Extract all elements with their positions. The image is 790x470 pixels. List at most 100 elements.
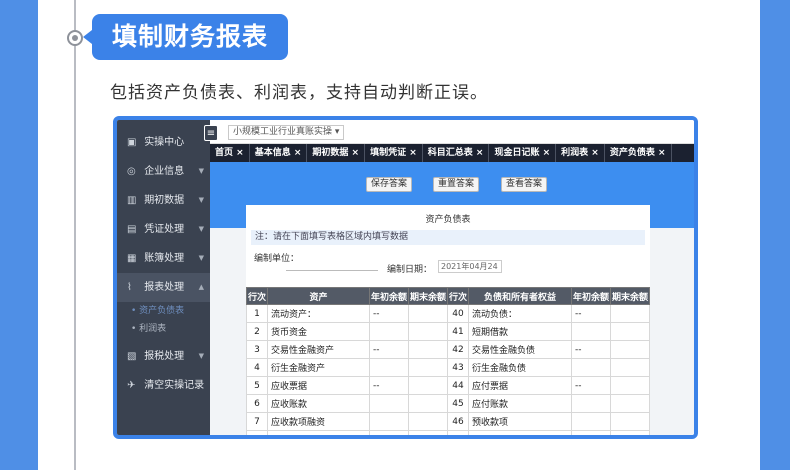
amount-cell[interactable]: [407, 376, 448, 395]
amount-cell[interactable]: --: [570, 304, 611, 323]
sidebar-item-label: 企业信息: [144, 166, 185, 177]
tax-icon: ▧: [127, 351, 137, 362]
amount-cell[interactable]: [609, 394, 650, 413]
table-cell: 40: [446, 304, 470, 323]
project-select[interactable]: 小规模工业行业真账实操 ▾: [228, 125, 345, 140]
amount-cell[interactable]: [368, 322, 409, 341]
amount-cell[interactable]: [368, 412, 409, 431]
amount-cell[interactable]: [368, 430, 409, 435]
amount-cell[interactable]: --: [368, 340, 409, 359]
sidebar-item-reports[interactable]: ⌇ 报表处理 ▲: [117, 273, 210, 302]
view-answer-button[interactable]: 查看答案: [501, 177, 548, 192]
amount-cell[interactable]: [609, 304, 650, 323]
sidebar-subitem-income-statement[interactable]: • 利润表: [117, 320, 210, 338]
table-cell: 7: [246, 412, 269, 431]
sidebar-subitem-balance-sheet[interactable]: • 资产负债表: [117, 302, 210, 320]
tab-opening-data[interactable]: 期初数据 ×: [307, 144, 366, 162]
column-header: 期末余额: [407, 287, 448, 305]
unit-input[interactable]: [286, 270, 378, 271]
amount-cell[interactable]: [407, 340, 448, 359]
table-cell: 货币资金: [267, 322, 370, 341]
sidebar-item-clear-records[interactable]: ✈ 清空实操记录: [117, 371, 210, 400]
amount-cell[interactable]: --: [368, 376, 409, 395]
amount-cell[interactable]: [407, 430, 448, 435]
amount-cell[interactable]: [407, 304, 448, 323]
table-cell: 47: [446, 430, 470, 435]
main-content: 保存答案 重置答案 查看答案 资产负债表 注：请在下面填写表格区域内填写数据 编…: [210, 162, 694, 435]
amount-cell[interactable]: [368, 358, 409, 377]
amount-cell[interactable]: [407, 412, 448, 431]
tab-account-summary[interactable]: 科目汇总表 ×: [423, 144, 490, 162]
amount-cell[interactable]: --: [570, 376, 611, 395]
tab-basic-info[interactable]: 基本信息 ×: [250, 144, 308, 162]
table-cell: 应付账款: [468, 394, 572, 413]
table-cell: 45: [446, 394, 470, 413]
menu-collapse-icon[interactable]: ≡: [204, 125, 218, 141]
amount-cell[interactable]: [570, 394, 611, 413]
table-cell: 4: [246, 358, 269, 377]
column-header: 资产: [267, 287, 370, 305]
amount-cell[interactable]: [609, 358, 650, 377]
table-row: 8预付款项 47合同负债: [246, 430, 650, 435]
table-cell: 6: [246, 394, 269, 413]
amount-cell[interactable]: [570, 358, 611, 377]
column-header: 行次: [446, 287, 470, 305]
sheet-note: 注：请在下面填写表格区域内填写数据: [251, 230, 645, 245]
amount-cell[interactable]: [368, 394, 409, 413]
tab-balance-sheet[interactable]: 资产负债表 ×: [605, 144, 672, 162]
table-cell: 应付票据: [468, 376, 572, 395]
timeline-line: [74, 0, 76, 470]
sidebar-item-opening-data[interactable]: ▥ 期初数据 ▼: [117, 186, 210, 215]
sidebar-item-company-info[interactable]: ◎ 企业信息 ▼: [117, 157, 210, 186]
sidebar-item-label: 期初数据: [144, 195, 185, 206]
table-row: 2 货币资金 41 短期借款: [246, 322, 650, 341]
sheet-meta-row: 编制单位： 编制日期： 2021年04月24: [246, 245, 650, 275]
tab-home[interactable]: 首页 ×: [210, 144, 250, 162]
line-chart-icon: ⌇: [127, 282, 132, 293]
table-cell: 预付款项: [267, 430, 370, 435]
amount-cell[interactable]: [570, 430, 611, 435]
amount-cell[interactable]: [407, 358, 448, 377]
sidebar-item-voucher[interactable]: ▤ 凭证处理 ▼: [117, 215, 210, 244]
app-screenshot: ▣ 实操中心 ◎ 企业信息 ▼ ▥ 期初数据 ▼ ▤ 凭证处理 ▼ ▦ 账簿处理…: [113, 116, 698, 439]
amount-cell[interactable]: [407, 394, 448, 413]
reset-answer-button[interactable]: 重置答案: [433, 177, 480, 192]
balance-sheet-form: 资产负债表 注：请在下面填写表格区域内填写数据 编制单位： 编制日期： 2021…: [246, 205, 650, 435]
table-cell: 46: [446, 412, 470, 431]
amount-cell[interactable]: [570, 412, 611, 431]
sidebar-item-tax[interactable]: ▧ 报税处理 ▼: [117, 342, 210, 371]
tab-fill-voucher[interactable]: 填制凭证 ×: [365, 144, 423, 162]
date-input[interactable]: 2021年04月24: [438, 260, 502, 273]
amount-cell[interactable]: [407, 322, 448, 341]
table-row: 4 衍生金融资产 43 衍生金融负债: [246, 358, 650, 377]
bar-chart-icon: ▥: [127, 195, 137, 206]
table-row: 1 流动资产： -- 40 流动负债： --: [246, 304, 650, 323]
left-frame-border: [0, 0, 38, 470]
tab-cash-journal[interactable]: 现金日记账 ×: [489, 144, 557, 162]
amount-cell[interactable]: --: [368, 304, 409, 323]
table-cell: 衍生金融负债: [468, 358, 572, 377]
chevron-down-icon: ▼: [198, 254, 204, 262]
amount-cell[interactable]: [609, 340, 650, 359]
column-header: 行次: [246, 287, 269, 305]
section-description: 包括资产负债表、利润表，支持自动判断正误。: [110, 83, 488, 103]
amount-cell[interactable]: [570, 322, 611, 341]
sidebar-item-practice-center[interactable]: ▣ 实操中心: [117, 128, 210, 157]
top-bar: ≡ 小规模工业行业真账实操 ▾: [204, 120, 694, 144]
table-cell: 8: [246, 430, 269, 435]
amount-cell[interactable]: [609, 376, 650, 395]
sidebar-item-ledger[interactable]: ▦ 账簿处理 ▼: [117, 244, 210, 273]
tab-income-statement[interactable]: 利润表 ×: [556, 144, 605, 162]
amount-cell[interactable]: [609, 412, 650, 431]
amount-cell[interactable]: --: [570, 340, 611, 359]
table-cell: 5: [246, 376, 269, 395]
table-header-row: 行次 资产 年初余额 期末余额 行次 负债和所有者权益 年初余额 期末余额: [246, 287, 650, 305]
table-cell: 衍生金融资产: [267, 358, 370, 377]
table-cell: 42: [446, 340, 470, 359]
amount-cell[interactable]: [609, 430, 650, 435]
table-cell: 41: [446, 322, 470, 341]
sidebar-item-label: 实操中心: [144, 137, 185, 148]
sidebar-item-label: 凭证处理: [144, 224, 185, 235]
save-answer-button[interactable]: 保存答案: [366, 177, 413, 192]
amount-cell[interactable]: [609, 322, 650, 341]
